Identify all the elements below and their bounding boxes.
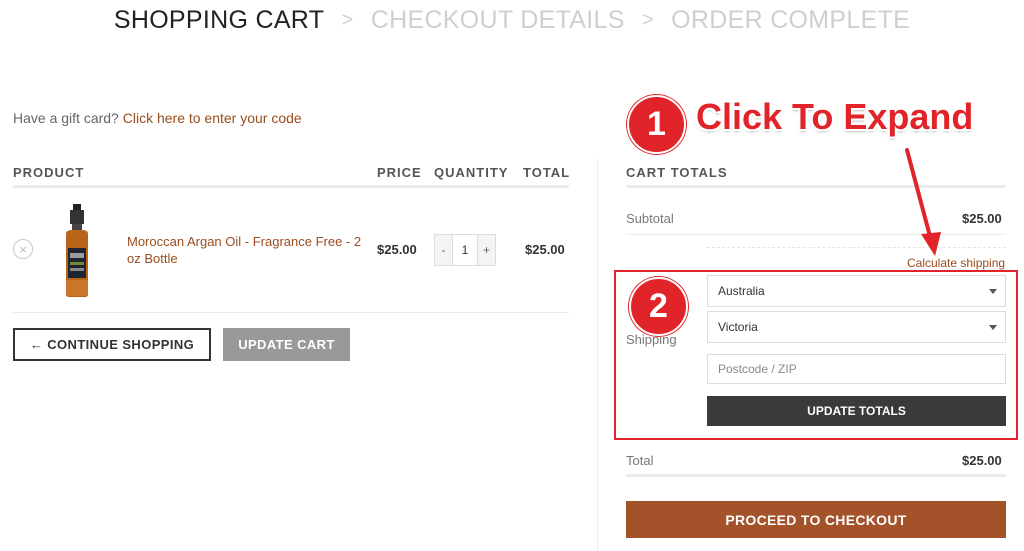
product-name-link[interactable]: Moroccan Argan Oil - Fragrance Free - 2 … — [127, 233, 367, 267]
table-header-divider — [13, 185, 569, 188]
product-bottle-image[interactable] — [60, 204, 94, 298]
total-divider — [626, 474, 1006, 477]
total-label: Total — [626, 453, 654, 468]
product-price: $25.00 — [377, 242, 417, 257]
line-total: $25.00 — [525, 242, 565, 257]
gift-card-link[interactable]: Click here to enter your code — [123, 110, 302, 126]
annotation-title: Click To Expand — [696, 96, 974, 137]
annotation-badge-2: 2 — [629, 277, 688, 336]
remove-item-icon[interactable]: × — [13, 239, 33, 259]
quantity-stepper: - 1 + — [434, 234, 496, 266]
gift-card-notice: Have a gift card? Click here to enter yo… — [13, 110, 302, 126]
step-shopping-cart[interactable]: SHOPPING CART — [114, 6, 324, 35]
checkout-steps: SHOPPING CART > CHECKOUT DETAILS > ORDER… — [0, 5, 1024, 35]
continue-shopping-button[interactable]: ← CONTINUE SHOPPING — [13, 328, 211, 361]
annotation-badge-1: 1 — [627, 95, 686, 154]
step-separator-icon: > — [641, 8, 654, 31]
arrow-icon — [905, 148, 941, 256]
row-divider — [13, 312, 569, 313]
quantity-input[interactable]: 1 — [452, 235, 478, 265]
quantity-decrease-button[interactable]: - — [435, 235, 452, 265]
cart-totals-heading: CART TOTALS — [626, 165, 728, 180]
column-header-quantity: QUANTITY — [434, 165, 509, 180]
shipping-divider — [707, 247, 1006, 248]
column-header-price: PRICE — [377, 165, 422, 180]
column-header-product: PRODUCT — [13, 165, 85, 180]
total-value: $25.00 — [962, 453, 1002, 468]
subtotal-value: $25.00 — [962, 211, 1002, 226]
subtotal-divider — [626, 234, 1006, 235]
column-divider — [597, 158, 598, 551]
quantity-increase-button[interactable]: + — [478, 235, 495, 265]
step-checkout-details[interactable]: CHECKOUT DETAILS — [371, 6, 625, 35]
step-order-complete[interactable]: ORDER COMPLETE — [671, 6, 910, 35]
column-header-total: TOTAL — [523, 165, 571, 180]
step-separator-icon: > — [341, 8, 354, 31]
gift-card-prompt: Have a gift card? — [13, 110, 119, 126]
proceed-to-checkout-button[interactable]: PROCEED TO CHECKOUT — [626, 501, 1006, 538]
update-cart-button[interactable]: UPDATE CART — [223, 328, 350, 361]
subtotal-label: Subtotal — [626, 211, 674, 226]
totals-header-divider — [626, 185, 1006, 188]
